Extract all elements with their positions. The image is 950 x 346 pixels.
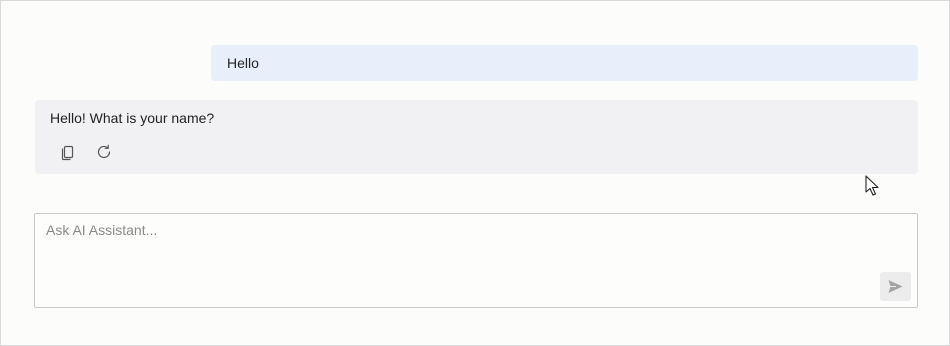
assistant-message: Hello! What is your name?: [35, 100, 918, 174]
user-message-text: Hello: [227, 55, 259, 71]
message-actions: [56, 140, 903, 164]
copy-icon: [61, 145, 74, 161]
chat-window: Hello Hello! What is your name?: [0, 0, 950, 346]
prompt-input[interactable]: [35, 214, 917, 307]
user-message: Hello: [211, 45, 918, 81]
composer: [34, 213, 918, 308]
send-icon: [888, 280, 903, 293]
assistant-message-text: Hello! What is your name?: [50, 110, 215, 126]
refresh-icon: [97, 144, 111, 159]
copy-button[interactable]: [56, 140, 80, 164]
send-button[interactable]: [880, 272, 911, 301]
regenerate-button[interactable]: [92, 140, 116, 164]
mouse-cursor-icon: [865, 175, 879, 196]
